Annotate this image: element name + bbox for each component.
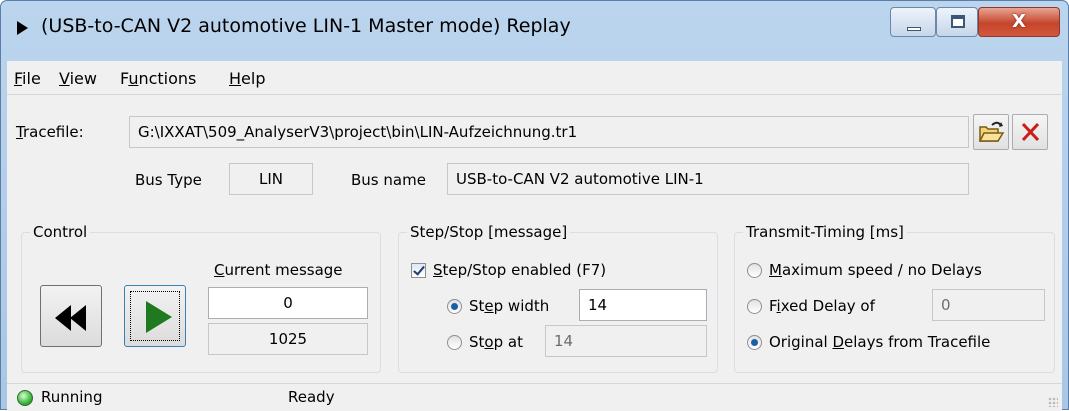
step-stop-enabled-checkbox[interactable] (411, 263, 426, 278)
folder-open-icon (978, 121, 1005, 142)
tracefile-path-field[interactable]: G:\IXXAT\509_AnalyserV3\project\bin\LIN-… (129, 116, 969, 148)
menu-file[interactable]: File (14, 69, 41, 88)
close-icon: X (1012, 11, 1026, 32)
step-stop-group: Step/Stop [message] Step/Stop enabled (F… (398, 223, 718, 373)
play-triangle-icon (17, 21, 28, 35)
maximize-button[interactable] (936, 7, 978, 37)
menu-bar: File View Functions Help (7, 61, 1062, 95)
bus-name-label: Bus name (351, 171, 426, 189)
transmit-timing-group: Transmit-Timing [ms] Maximum speed / no … (734, 223, 1055, 373)
fixed-delay-radio[interactable] (747, 299, 762, 314)
total-messages-field: 1025 (208, 323, 368, 355)
play-icon (146, 301, 172, 333)
play-button[interactable] (124, 285, 186, 347)
current-message-field[interactable]: 0 (208, 287, 368, 319)
status-state: Running (41, 388, 103, 406)
minimize-button[interactable] (890, 7, 936, 37)
status-message: Ready (288, 388, 335, 406)
stop-at-label[interactable]: Stop at (469, 333, 523, 351)
original-delays-radio[interactable] (747, 335, 762, 350)
maximum-speed-label[interactable]: Maximum speed / no Delays (769, 261, 982, 279)
current-message-label: Current message (214, 261, 343, 279)
resize-grip-icon[interactable] (1048, 397, 1058, 407)
minimize-icon (907, 27, 921, 31)
step-width-label[interactable]: Step width (469, 297, 549, 315)
close-x-icon (1021, 122, 1040, 142)
fixed-delay-field: 0 (932, 289, 1045, 321)
bus-type-label: Bus Type (135, 171, 202, 189)
open-tracefile-button[interactable] (973, 114, 1009, 150)
window-title: (USB-to-CAN V2 automotive LIN-1 Master m… (41, 15, 571, 37)
maximize-icon (951, 15, 965, 28)
client-area: File View Functions Help Tracefile: G:\I… (7, 61, 1062, 411)
menu-functions[interactable]: Functions (120, 69, 196, 88)
bus-type-field: LIN (229, 163, 313, 195)
control-group: Control Current message 0 1025 (21, 223, 381, 373)
stop-at-field: 14 (545, 325, 707, 357)
menu-view[interactable]: View (59, 69, 97, 88)
running-led-icon (17, 390, 33, 406)
rewind-icon (55, 305, 71, 331)
step-stop-enabled-label[interactable]: Step/Stop enabled (F7) (433, 261, 606, 279)
original-delays-label[interactable]: Original Delays from Tracefile (769, 333, 990, 351)
stop-at-radio[interactable] (447, 335, 462, 350)
rewind-icon-part (70, 305, 86, 331)
step-width-radio[interactable] (447, 299, 462, 314)
title-bar[interactable]: (USB-to-CAN V2 automotive LIN-1 Master m… (1, 1, 1068, 61)
rewind-button[interactable] (40, 285, 102, 347)
transmit-timing-group-title: Transmit-Timing [ms] (743, 223, 907, 241)
fixed-delay-label[interactable]: Fixed Delay of (769, 297, 875, 315)
control-group-title: Control (30, 223, 91, 241)
replay-window: (USB-to-CAN V2 automotive LIN-1 Master m… (0, 0, 1069, 411)
tracefile-label: Tracefile: (16, 123, 84, 141)
menu-help[interactable]: Help (229, 69, 265, 88)
step-stop-group-title: Step/Stop [message] (407, 223, 571, 241)
bus-name-field: USB-to-CAN V2 automotive LIN-1 (447, 163, 969, 195)
clear-tracefile-button[interactable] (1012, 114, 1048, 150)
step-width-field[interactable]: 14 (579, 289, 707, 321)
maximum-speed-radio[interactable] (747, 263, 762, 278)
status-bar: Running Ready (7, 383, 1062, 411)
close-window-button[interactable]: X (978, 7, 1060, 37)
